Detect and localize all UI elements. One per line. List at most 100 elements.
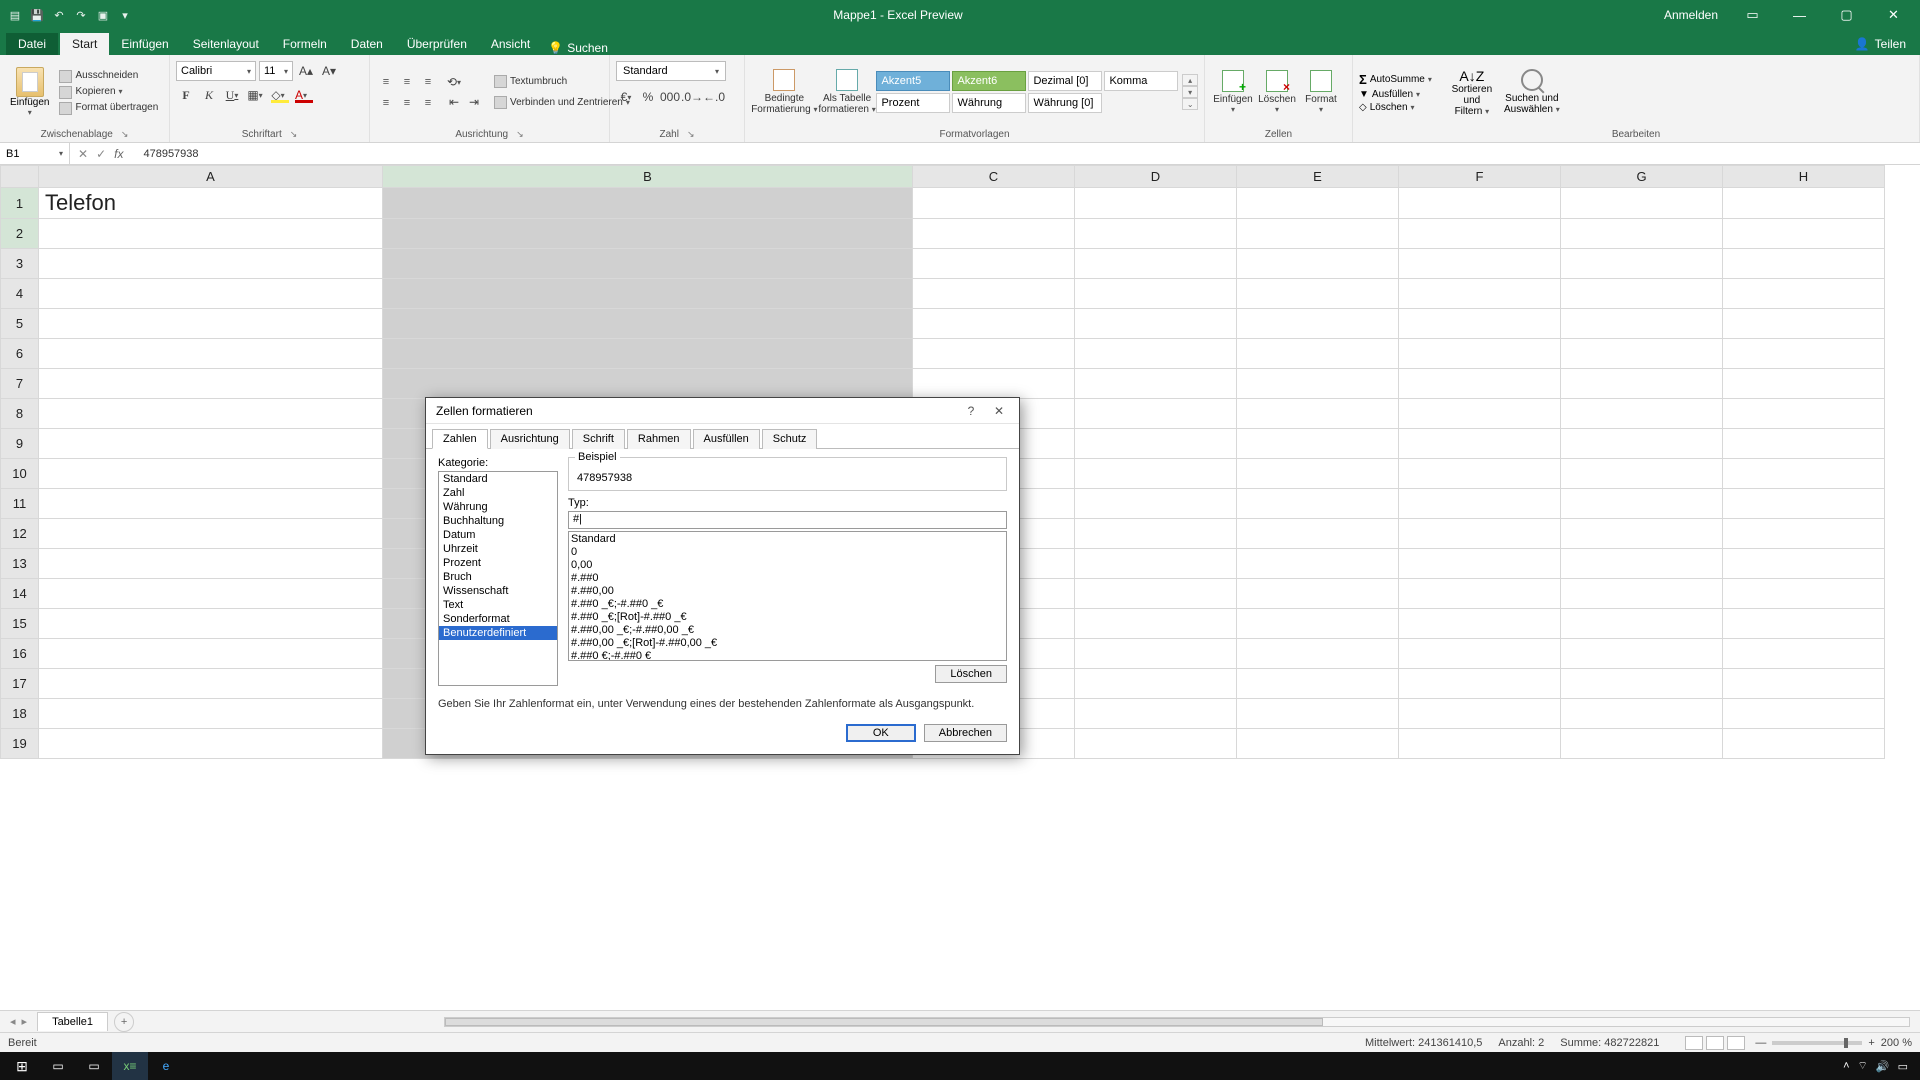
category-item[interactable]: Text (439, 598, 557, 612)
dialog-tab-schutz[interactable]: Schutz (762, 429, 818, 449)
cell[interactable] (39, 519, 383, 549)
enter-formula-icon[interactable]: ✓ (96, 147, 106, 161)
cell[interactable] (39, 249, 383, 279)
cell[interactable] (383, 279, 913, 309)
cell[interactable] (39, 219, 383, 249)
cell[interactable] (1561, 459, 1723, 489)
col-header[interactable]: D (1075, 166, 1237, 188)
cell[interactable] (39, 339, 383, 369)
add-sheet-button[interactable]: + (114, 1012, 134, 1032)
cell[interactable] (1723, 459, 1885, 489)
shrink-font-icon[interactable]: A▾ (319, 61, 339, 81)
styles-down-icon[interactable]: ▾ (1182, 86, 1198, 98)
row-header[interactable]: 11 (1, 489, 39, 519)
cell[interactable] (1723, 219, 1885, 249)
cell[interactable] (1075, 729, 1237, 759)
cell[interactable] (1561, 729, 1723, 759)
col-header[interactable]: H (1723, 166, 1885, 188)
tab-ueberpruefen[interactable]: Überprüfen (395, 33, 479, 55)
dialog-help-icon[interactable]: ? (957, 401, 985, 421)
cell[interactable] (1399, 249, 1561, 279)
dialog-tab-zahlen[interactable]: Zahlen (432, 429, 488, 449)
maximize-icon[interactable]: ▢ (1824, 0, 1869, 30)
cell[interactable] (1561, 219, 1723, 249)
cell[interactable] (1237, 549, 1399, 579)
row-header[interactable]: 19 (1, 729, 39, 759)
cell[interactable] (1723, 339, 1885, 369)
cell[interactable] (1399, 339, 1561, 369)
cell[interactable] (1561, 549, 1723, 579)
border-button[interactable]: ▦▾ (245, 85, 265, 105)
cell[interactable] (1237, 459, 1399, 489)
ok-button[interactable]: OK (846, 724, 916, 742)
cell[interactable] (1075, 219, 1237, 249)
row-header[interactable]: 9 (1, 429, 39, 459)
cell[interactable] (1723, 699, 1885, 729)
cell[interactable] (1399, 279, 1561, 309)
cell-styles-gallery[interactable]: Akzent5 Akzent6 Dezimal [0] Komma Prozen… (876, 71, 1180, 113)
cell[interactable] (1399, 549, 1561, 579)
undo-icon[interactable]: ↶ (52, 8, 66, 22)
taskbar-edge-icon[interactable]: e (148, 1052, 184, 1080)
cell[interactable] (1399, 309, 1561, 339)
cell[interactable] (1075, 399, 1237, 429)
view-pagebreak-icon[interactable] (1727, 1036, 1745, 1050)
select-all-corner[interactable] (1, 166, 39, 188)
row-header[interactable]: 10 (1, 459, 39, 489)
row-header[interactable]: 4 (1, 279, 39, 309)
align-middle-icon[interactable]: ≡ (397, 72, 417, 92)
decrease-decimal-icon[interactable]: ←.0 (704, 87, 724, 107)
cell[interactable] (1237, 339, 1399, 369)
category-item[interactable]: Prozent (439, 556, 557, 570)
row-header[interactable]: 2 (1, 219, 39, 249)
cell[interactable] (1399, 369, 1561, 399)
tell-me-search[interactable]: 💡 Suchen (548, 41, 608, 55)
row-header[interactable]: 1 (1, 188, 39, 219)
view-layout-icon[interactable] (1706, 1036, 1724, 1050)
fill-button[interactable]: ▼Ausfüllen▾ (1359, 89, 1432, 100)
tab-einfuegen[interactable]: Einfügen (109, 33, 180, 55)
cell[interactable] (1561, 699, 1723, 729)
col-header[interactable]: A (39, 166, 383, 188)
type-list-item[interactable]: Standard (571, 533, 1004, 546)
cell[interactable] (1075, 249, 1237, 279)
tab-daten[interactable]: Daten (339, 33, 395, 55)
cancel-button[interactable]: Abbrechen (924, 724, 1007, 742)
cell[interactable] (1399, 459, 1561, 489)
dialog-tab-ausrichtung[interactable]: Ausrichtung (490, 429, 570, 449)
cell[interactable] (39, 459, 383, 489)
format-cells-button[interactable]: Format▾ (1299, 70, 1343, 114)
cell[interactable] (1237, 579, 1399, 609)
cell[interactable] (39, 669, 383, 699)
cell[interactable] (1075, 609, 1237, 639)
cell[interactable] (1561, 429, 1723, 459)
category-item[interactable]: Uhrzeit (439, 542, 557, 556)
minimize-icon[interactable]: — (1777, 0, 1822, 30)
taskbar-explorer-icon[interactable]: ▭ (40, 1052, 76, 1080)
clear-button[interactable]: ◇Löschen▾ (1359, 102, 1432, 113)
cell[interactable] (1723, 188, 1885, 219)
format-painter-button[interactable]: Format übertragen (57, 100, 160, 116)
delete-format-button[interactable]: Löschen (935, 665, 1007, 683)
row-header[interactable]: 18 (1, 699, 39, 729)
name-box[interactable]: B1▾ (0, 143, 70, 165)
alignment-grid[interactable]: ≡ ≡ ≡ ≡ ≡ ≡ (376, 72, 438, 113)
format-as-table-button[interactable]: Als Tabelle formatieren ▾ (818, 69, 877, 115)
cell[interactable] (1075, 188, 1237, 219)
fill-color-button[interactable]: ◇▾ (268, 85, 288, 105)
sort-filter-button[interactable]: A↓Z Sortieren und Filtern ▾ (1442, 68, 1502, 117)
category-item[interactable]: Wissenschaft (439, 584, 557, 598)
cell[interactable] (1075, 429, 1237, 459)
copy-button[interactable]: Kopieren▾ (57, 84, 160, 100)
save-icon[interactable]: 💾 (30, 8, 44, 22)
fx-icon[interactable]: fx (114, 147, 129, 161)
type-list-item[interactable]: #.##0,00 _€;-#.##0,00 _€ (571, 624, 1004, 637)
align-right-icon[interactable]: ≡ (418, 93, 438, 113)
cell[interactable] (1723, 489, 1885, 519)
paste-button[interactable]: Einfügen ▾ (6, 65, 53, 119)
cell[interactable] (1723, 279, 1885, 309)
cell[interactable] (39, 489, 383, 519)
cell[interactable] (913, 369, 1075, 399)
cell[interactable] (1561, 339, 1723, 369)
taskbar-excel-icon[interactable]: x≡ (112, 1052, 148, 1080)
